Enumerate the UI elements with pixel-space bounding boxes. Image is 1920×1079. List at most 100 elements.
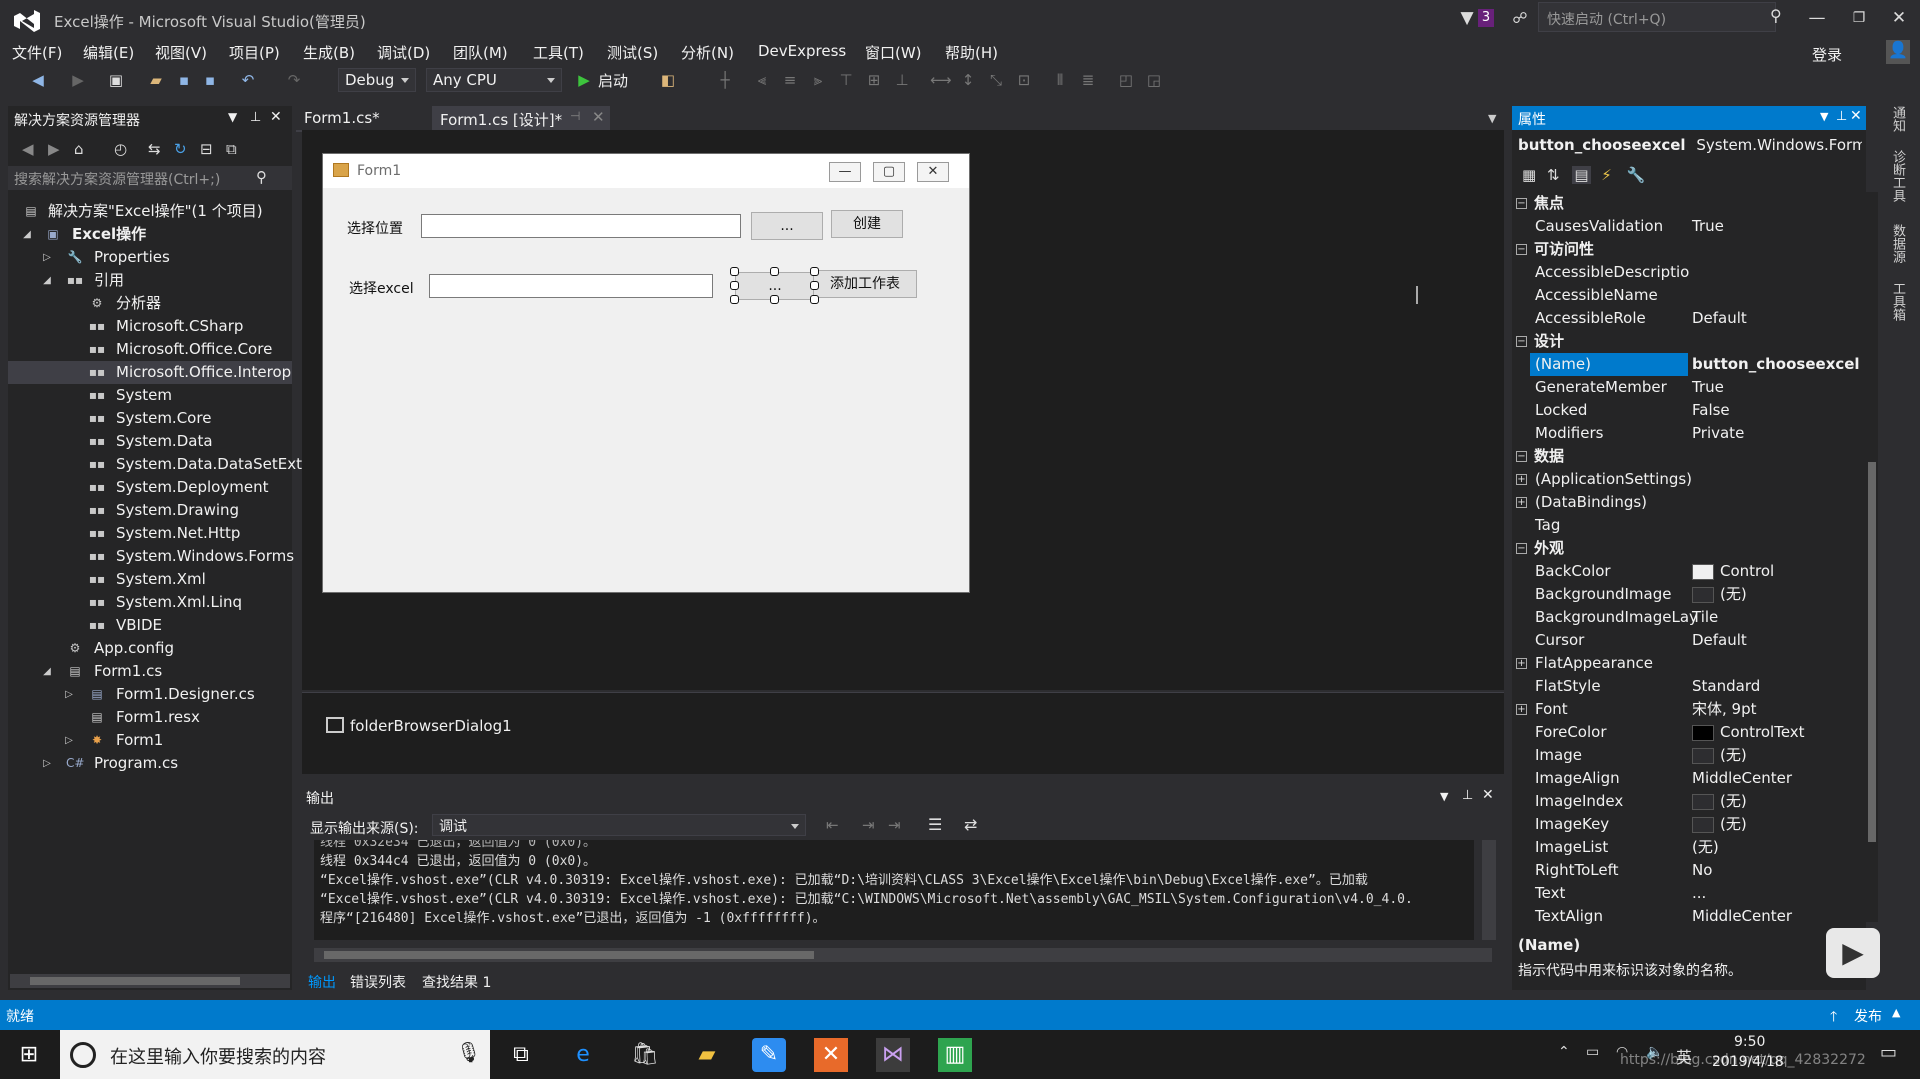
horizontal-scrollbar[interactable]: [10, 974, 290, 988]
side-tab-data-sources[interactable]: 数据源: [1888, 224, 1907, 263]
home-icon[interactable]: ⌂: [74, 140, 84, 158]
notification-count[interactable]: 3: [1478, 9, 1494, 27]
expanded-arrow-icon[interactable]: ◢: [42, 660, 52, 683]
categorized-icon[interactable]: ▦: [1522, 166, 1536, 184]
expanded-arrow-icon[interactable]: ◢: [42, 269, 52, 292]
panel-menu-chevron-down-icon[interactable]: ▼: [1440, 790, 1448, 803]
property-value[interactable]: True: [1692, 376, 1724, 399]
property-row[interactable]: ForeColor ControlText: [1512, 721, 1860, 744]
resize-handle[interactable]: [770, 295, 779, 304]
pin-icon[interactable]: ⊥: [1836, 109, 1847, 124]
tree-node[interactable]: ▤ Form1.resx: [8, 706, 292, 729]
resize-handle[interactable]: [730, 295, 739, 304]
property-row[interactable]: AccessibleName: [1512, 284, 1860, 307]
publish-chevron-up-icon[interactable]: ▲: [1892, 1006, 1900, 1019]
expand-icon[interactable]: +: [1516, 474, 1527, 485]
tree-node[interactable]: ◢ ▣ Excel操作: [8, 223, 292, 246]
properties-view-icon[interactable]: ▤: [1572, 166, 1591, 184]
expand-icon[interactable]: +: [1516, 704, 1527, 715]
property-row[interactable]: ImageList (无): [1512, 836, 1860, 859]
task-view-icon[interactable]: ⧉: [504, 1038, 538, 1072]
tree-node[interactable]: ▪▪ System.Net.Http: [8, 522, 292, 545]
navigate-back-icon[interactable]: ◀: [28, 70, 48, 90]
xmind-app-icon[interactable]: ✕: [814, 1038, 848, 1072]
property-row[interactable]: AccessibleRole Default: [1512, 307, 1860, 330]
tree-node[interactable]: ▪▪ System: [8, 384, 292, 407]
property-row[interactable]: + FlatAppearance: [1512, 652, 1860, 675]
pin-icon[interactable]: ⊥: [1462, 788, 1473, 803]
collapse-icon[interactable]: −: [1516, 244, 1527, 255]
property-row[interactable]: Text...: [1512, 882, 1860, 905]
notes-app-icon[interactable]: ✎: [752, 1038, 786, 1072]
property-value[interactable]: Standard: [1692, 675, 1760, 698]
property-row[interactable]: Modifiers Private: [1512, 422, 1860, 445]
property-value[interactable]: (无): [1720, 583, 1747, 606]
property-row[interactable]: Image (无): [1512, 744, 1860, 767]
same-height-icon[interactable]: ↕: [958, 70, 978, 90]
minimize-button[interactable]: —: [1800, 4, 1834, 32]
property-category[interactable]: − 设计: [1512, 330, 1860, 353]
textbox-excel[interactable]: [429, 274, 713, 298]
edge-browser-icon[interactable]: e: [566, 1038, 600, 1072]
collapse-all-icon[interactable]: ⊟: [200, 140, 213, 158]
property-value[interactable]: MiddleCenter: [1692, 767, 1792, 790]
property-row[interactable]: ImageKey (无): [1512, 813, 1860, 836]
property-row[interactable]: Tag: [1512, 514, 1860, 537]
tree-node[interactable]: ▪▪ System.Core: [8, 407, 292, 430]
property-value[interactable]: Default: [1692, 307, 1747, 330]
object-selector[interactable]: button_chooseexcel System.Windows.Forms.…: [1518, 136, 1862, 158]
property-value[interactable]: (无): [1720, 744, 1747, 767]
tree-node[interactable]: ▷ ✸ Form1: [8, 729, 292, 752]
collapse-icon[interactable]: −: [1516, 336, 1527, 347]
resize-handle[interactable]: [770, 267, 779, 276]
navigate-forward-icon[interactable]: ▶: [68, 70, 88, 90]
property-value[interactable]: button_chooseexcel: [1692, 353, 1860, 376]
label-location[interactable]: 选择位置: [347, 218, 403, 238]
tree-node[interactable]: ▪▪ System.Data: [8, 430, 292, 453]
save-all-icon[interactable]: ▪: [200, 70, 220, 90]
forward-icon[interactable]: ▶: [48, 140, 60, 158]
align-lefts-icon[interactable]: ⫷: [752, 70, 772, 90]
filter-icon[interactable]: ▼: [1456, 4, 1478, 32]
store-icon[interactable]: 🛍: [628, 1038, 662, 1072]
align-bottoms-icon[interactable]: ⊥: [892, 70, 912, 90]
start-button[interactable]: 启动: [598, 70, 628, 91]
tree-node[interactable]: ▷ ▤ Form1.Designer.cs: [8, 683, 292, 706]
events-icon[interactable]: ⚡: [1601, 166, 1612, 184]
property-category[interactable]: − 外观: [1512, 537, 1860, 560]
property-row[interactable]: BackColor Control: [1512, 560, 1860, 583]
textbox-location[interactable]: [421, 214, 741, 238]
pending-changes-icon[interactable]: ◴: [114, 140, 127, 158]
expand-icon[interactable]: +: [1516, 658, 1527, 669]
collapse-icon[interactable]: −: [1516, 198, 1527, 209]
resize-handle[interactable]: [730, 267, 739, 276]
property-row[interactable]: CausesValidation True: [1512, 215, 1860, 238]
tab-form1-design[interactable]: Form1.cs [设计]* ⊣ ✕: [432, 106, 610, 130]
horizontal-spacing-icon[interactable]: ⦀: [1050, 70, 1070, 90]
excel-app-icon[interactable]: ▥: [938, 1038, 972, 1072]
send-to-back-icon[interactable]: ◲: [1144, 70, 1164, 90]
quick-launch-input[interactable]: 快速启动 (Ctrl+Q): [1538, 2, 1776, 32]
clock-time[interactable]: 9:50: [1734, 1034, 1765, 1050]
side-tab-toolbox[interactable]: 工具箱: [1888, 282, 1907, 321]
taskbar-search-box[interactable]: 在这里输入你要搜索的内容 🎙: [60, 1030, 490, 1079]
expanded-arrow-icon[interactable]: ◢: [22, 223, 32, 246]
property-value[interactable]: Default: [1692, 629, 1747, 652]
tree-node-selected[interactable]: ▪▪ Microsoft.Office.Interop: [8, 361, 292, 384]
alphabetical-icon[interactable]: ⇅: [1547, 166, 1560, 184]
search-icon[interactable]: ⚲: [256, 168, 267, 186]
menu-file[interactable]: 文件(F): [12, 42, 62, 63]
property-row[interactable]: ImageIndex (无): [1512, 790, 1860, 813]
menu-help[interactable]: 帮助(H): [945, 42, 998, 63]
property-category[interactable]: − 数据: [1512, 445, 1860, 468]
file-explorer-icon[interactable]: ▰: [690, 1038, 724, 1072]
button-add-sheet[interactable]: 添加工作表: [813, 270, 917, 298]
same-size-icon[interactable]: ⤡: [986, 70, 1006, 90]
tray-component-label[interactable]: folderBrowserDialog1: [350, 717, 512, 735]
vertical-scrollbar[interactable]: [1482, 840, 1496, 940]
refresh-icon[interactable]: ↻: [174, 140, 187, 158]
property-value[interactable]: False: [1692, 399, 1730, 422]
horizontal-scrollbar[interactable]: [314, 948, 1492, 962]
property-value[interactable]: Private: [1692, 422, 1744, 445]
property-value[interactable]: ...: [1692, 882, 1706, 905]
